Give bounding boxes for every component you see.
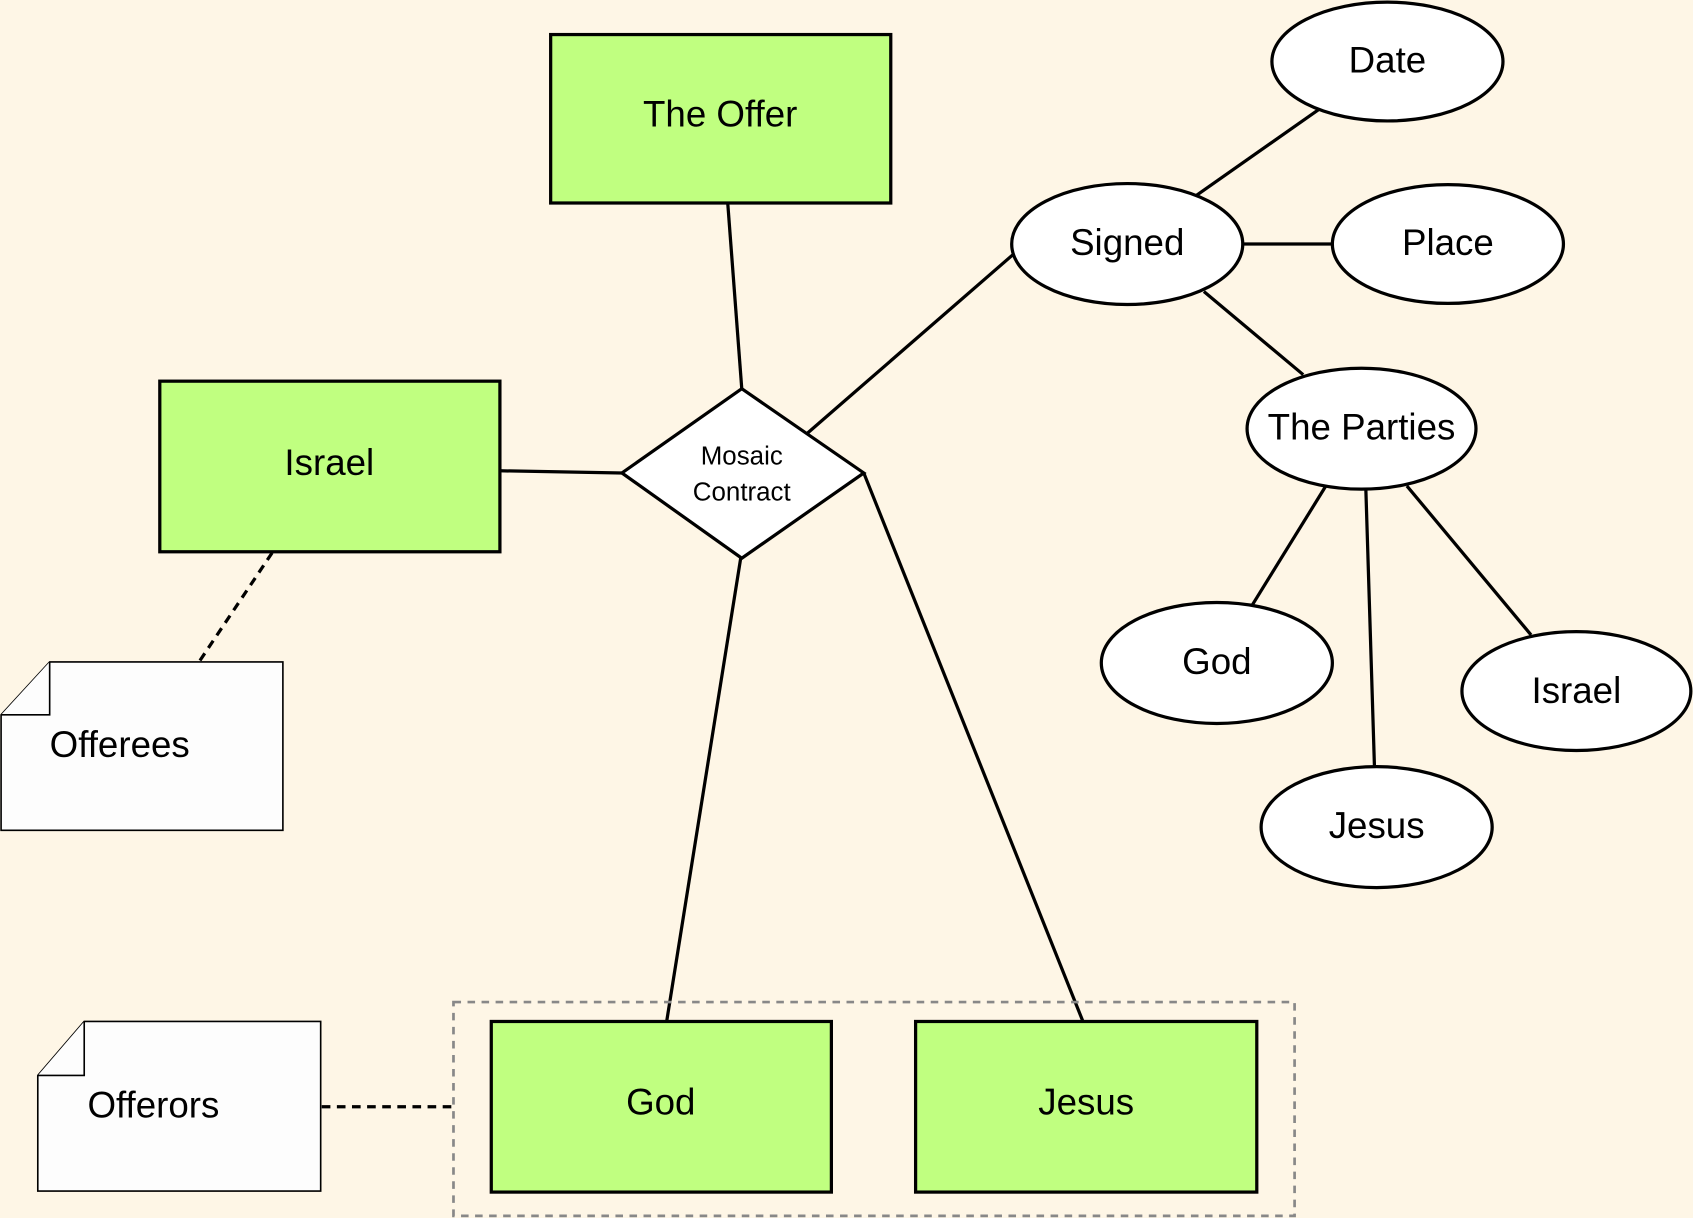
attribute-label: Jesus <box>1329 805 1425 846</box>
edge-signed-parties <box>1202 290 1305 376</box>
attribute-label: Place <box>1402 222 1494 263</box>
edge-contract-god <box>663 557 743 1032</box>
attribute-place[interactable]: Place <box>1330 183 1566 306</box>
entity-label: Israel <box>284 442 374 483</box>
attribute-party-israel[interactable]: Israel <box>1460 630 1693 753</box>
edge-parties-god <box>1251 485 1328 606</box>
attribute-label: The Parties <box>1268 406 1456 447</box>
entity-label: Jesus <box>1038 1081 1134 1122</box>
attribute-label: Israel <box>1532 670 1622 711</box>
attribute-date[interactable]: Date <box>1270 0 1505 123</box>
entity-jesus[interactable]: Jesus <box>913 1019 1259 1194</box>
edge-contract-signed <box>806 253 1014 435</box>
attribute-party-god[interactable]: God <box>1099 600 1334 726</box>
edge-parties-israel <box>1405 484 1533 636</box>
note-label: Offerors <box>87 1085 219 1126</box>
attribute-label: God <box>1182 641 1251 682</box>
edge-israel-offerees <box>198 551 274 662</box>
attribute-party-jesus[interactable]: Jesus <box>1259 765 1494 890</box>
edge-signed-date <box>1195 107 1321 197</box>
relationship-label-line2: Contract <box>693 478 792 506</box>
edge-offer-contract <box>726 202 744 389</box>
entity-god[interactable]: God <box>489 1019 834 1194</box>
note-offerees[interactable]: Offerees <box>0 661 284 832</box>
note-label: Offerees <box>50 724 190 765</box>
edge-contract-jesus <box>862 472 1085 1023</box>
attribute-label: Date <box>1349 39 1427 80</box>
attribute-label: Signed <box>1070 222 1184 263</box>
relationship-label-line1: Mosaic <box>701 443 783 471</box>
attribute-the-parties[interactable]: The Parties <box>1245 366 1478 491</box>
entity-label: God <box>626 1081 695 1122</box>
attribute-signed[interactable]: Signed <box>1010 181 1245 307</box>
edge-parties-jesus <box>1364 489 1377 768</box>
entity-israel[interactable]: Israel <box>158 379 502 554</box>
entity-the-offer[interactable]: The Offer <box>549 32 893 205</box>
edge-israel-contract <box>499 469 622 475</box>
entity-label: The Offer <box>643 93 797 134</box>
er-diagram: The Offer Israel God Jesus Mosaic Contra… <box>0 0 1693 1218</box>
note-offerors[interactable]: Offerors <box>36 1020 322 1192</box>
